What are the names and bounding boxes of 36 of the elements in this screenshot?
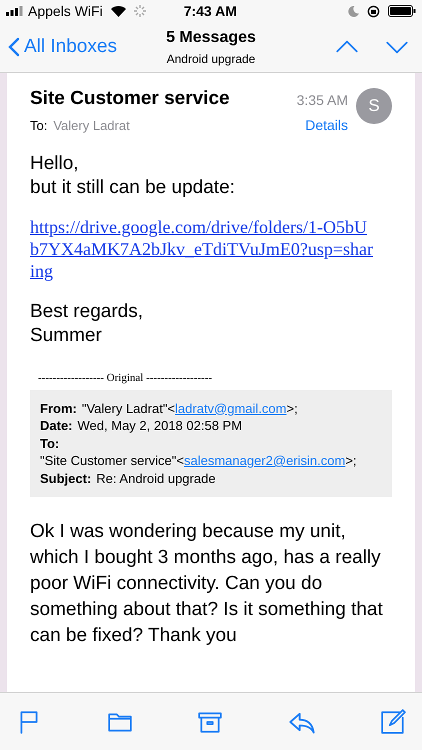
- back-button[interactable]: All Inboxes: [8, 32, 148, 62]
- original-divider: ------------------ Original ------------------: [38, 371, 214, 386]
- drive-link[interactable]: https://drive.google.com/drive/folders/1-O5bUb7YX4aMK7A2bJkv_eTdiTVuJmE0?usp=sharing: [30, 216, 375, 282]
- rotation-lock-icon: [367, 4, 380, 18]
- sender-avatar: S: [356, 88, 392, 124]
- body-text: Hello,: [30, 152, 80, 176]
- field-value: "Valery Ladrat"<ladratv@gmail.com>;: [82, 400, 298, 417]
- loading-icon: [134, 5, 146, 17]
- field-label: Subject:: [40, 470, 92, 487]
- signature-text: Summer: [30, 324, 103, 348]
- details-link[interactable]: Details: [305, 115, 348, 136]
- sender-name: Site Customer service: [30, 87, 231, 111]
- body-text: but it still can be update:: [30, 176, 236, 200]
- signal-icon: [6, 6, 24, 16]
- signature-text: Best regards,: [30, 300, 144, 324]
- field-value: Wed, May 2, 2018 02:58 PM: [78, 417, 242, 434]
- thread-subject: Android upgrade: [166, 51, 256, 68]
- message-time: 3:35 AM: [296, 91, 348, 110]
- field-value: Re: Android upgrade: [96, 470, 216, 487]
- carrier-name: Appels WiFi: [28, 2, 103, 21]
- compose-icon[interactable]: [380, 708, 406, 734]
- reply-text: Ok I was wondering because my unit, which I bought 3 months ago, has a really poor WiFi connectivity. Can you do something about that? Is it something that can be fixed? Thank you: [30, 520, 384, 648]
- clock-time: 7:43 AM: [184, 2, 237, 20]
- thread-title: 5 Messages: [166, 28, 256, 48]
- field-value: "Site Customer service"<salesmanager2@erisin.com>;: [40, 452, 357, 470]
- chevron-left-icon: [8, 37, 20, 57]
- email-link[interactable]: salesmanager2@erisin.com: [184, 453, 346, 468]
- wifi-icon: [110, 6, 126, 16]
- field-label: To:: [40, 434, 60, 452]
- field-label: Date:: [40, 417, 73, 434]
- email-link[interactable]: ladratv@gmail.com: [175, 400, 286, 416]
- recipient-label: To:: [30, 116, 48, 134]
- moon-icon: [348, 6, 359, 16]
- field-label: From:: [40, 400, 77, 417]
- recipient-name: Valery Ladrat: [53, 116, 130, 135]
- battery-icon: [388, 5, 416, 17]
